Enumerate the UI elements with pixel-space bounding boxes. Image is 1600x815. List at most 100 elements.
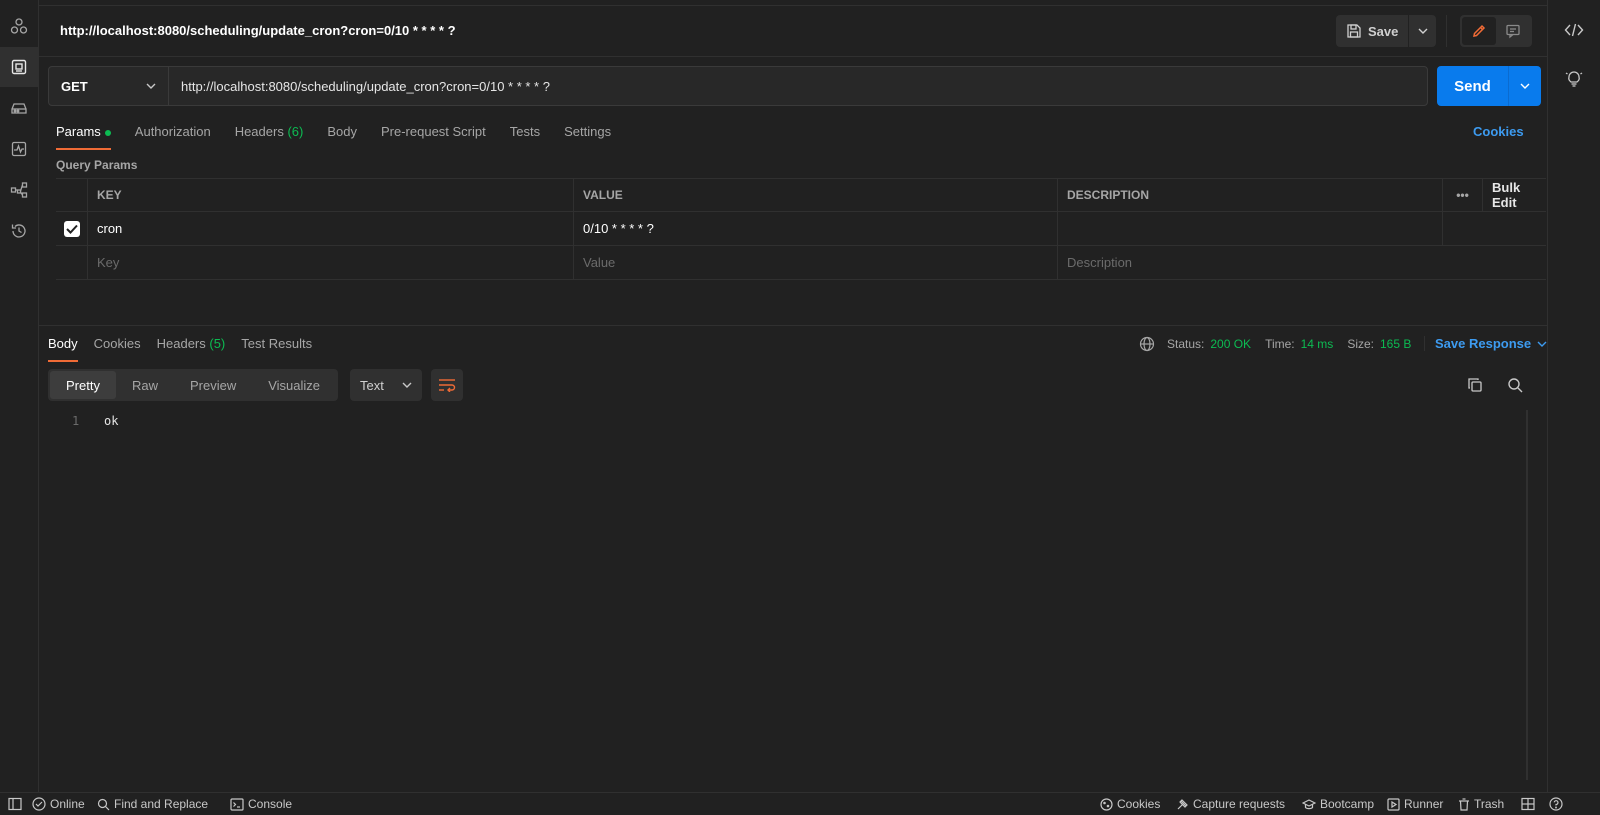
view-mode-toggle	[1460, 15, 1532, 47]
two-pane-icon	[1521, 797, 1535, 811]
save-label: Save	[1368, 23, 1399, 39]
send-group: Send	[1437, 66, 1541, 106]
more-options-button[interactable]: •••	[1443, 179, 1483, 211]
comment-mode-button[interactable]	[1496, 17, 1530, 45]
online-status[interactable]: Online	[32, 797, 85, 811]
copy-button[interactable]	[1462, 372, 1488, 398]
table-row: cron 0/10 * * * * ?	[56, 212, 1546, 246]
cookies-link[interactable]: Cookies	[1473, 124, 1524, 139]
tab-test-results[interactable]: Test Results	[241, 336, 312, 360]
response-meta: Status: 200 OK Time: 14 ms Size: 165 B	[1139, 336, 1419, 352]
two-pane-view-button[interactable]	[1521, 797, 1535, 811]
tab-tests[interactable]: Tests	[510, 124, 540, 150]
tab-label: Test Results	[241, 336, 313, 351]
save-button[interactable]: Save	[1336, 15, 1408, 47]
capture-label: Capture requests	[1193, 797, 1286, 811]
save-dropdown-button[interactable]	[1408, 15, 1436, 47]
console-button[interactable]: Console	[230, 797, 292, 811]
monitors-icon[interactable]	[7, 137, 31, 161]
save-response-label: Save Response	[1435, 336, 1532, 351]
history-icon[interactable]	[7, 219, 31, 243]
language-label: Text	[360, 377, 384, 393]
format-pretty[interactable]: Pretty	[50, 371, 116, 399]
save-group: Save	[1336, 15, 1436, 47]
flows-icon[interactable]	[7, 178, 31, 202]
pane-divider[interactable]	[39, 325, 1547, 326]
capture-requests-button[interactable]: Capture requests	[1176, 797, 1285, 811]
size-label: Size:	[1347, 337, 1374, 351]
save-response-button[interactable]: Save Response	[1424, 336, 1547, 351]
runner-label: Runner	[1404, 797, 1444, 811]
wrap-lines-button[interactable]	[431, 369, 463, 401]
format-visualize[interactable]: Visualize	[252, 371, 336, 399]
headers-count: (6)	[287, 124, 304, 139]
trash-icon	[1458, 797, 1470, 811]
response-scrollbar[interactable]	[1526, 410, 1528, 780]
language-select[interactable]: Text	[350, 369, 422, 401]
capture-icon	[1176, 798, 1189, 811]
console-label: Console	[248, 797, 293, 811]
chevron-down-icon	[146, 83, 156, 89]
toggle-sidebar-button[interactable]	[8, 797, 22, 811]
save-icon	[1346, 23, 1362, 39]
tab-headers[interactable]: Headers (6)	[235, 124, 304, 150]
method-select[interactable]: GET	[49, 67, 169, 105]
value-placeholder[interactable]: Value	[574, 246, 1058, 279]
time-value[interactable]: 14 ms	[1301, 337, 1334, 351]
find-replace-button[interactable]: Find and Replace	[97, 797, 208, 811]
tab-response-body[interactable]: Body	[48, 336, 78, 362]
format-raw[interactable]: Raw	[116, 371, 174, 399]
graduation-cap-icon	[1302, 798, 1316, 811]
query-params-label: Query Params	[56, 158, 138, 172]
trash-button[interactable]: Trash	[1458, 797, 1504, 811]
chevron-down-icon	[1537, 341, 1547, 347]
play-icon	[1387, 797, 1400, 811]
tab-label: Authorization	[134, 124, 211, 139]
search-button[interactable]	[1502, 372, 1528, 398]
globe-icon[interactable]	[1139, 336, 1155, 352]
send-button[interactable]: Send	[1437, 66, 1509, 106]
tab-settings[interactable]: Settings	[564, 124, 611, 150]
row-check-cell	[56, 246, 88, 279]
collections-icon[interactable]	[0, 47, 38, 87]
tab-authorization[interactable]: Authorization	[135, 124, 211, 150]
tab-pre-request-script[interactable]: Pre-request Script	[381, 124, 486, 150]
bootcamp-label: Bootcamp	[1320, 797, 1375, 811]
format-preview[interactable]: Preview	[174, 371, 252, 399]
tab-label: Params	[56, 124, 101, 139]
headers-count: (5)	[209, 336, 226, 351]
chevron-down-icon	[402, 382, 412, 388]
code-snippet-icon[interactable]	[1561, 17, 1587, 43]
edit-mode-button[interactable]	[1462, 17, 1496, 45]
description-placeholder[interactable]: Description	[1058, 246, 1546, 279]
bootcamp-button[interactable]: Bootcamp	[1302, 797, 1374, 811]
lightbulb-icon[interactable]	[1561, 66, 1587, 92]
apis-icon[interactable]	[7, 14, 31, 38]
param-value[interactable]: 0/10 * * * * ?	[574, 212, 1058, 245]
param-key[interactable]: cron	[88, 212, 574, 245]
status-value[interactable]: 200 OK	[1210, 337, 1251, 351]
size-value[interactable]: 165 B	[1380, 337, 1411, 351]
runner-button[interactable]: Runner	[1387, 797, 1443, 811]
right-sidebar	[1547, 0, 1600, 792]
tab-body[interactable]: Body	[327, 124, 357, 150]
bulk-edit-button[interactable]: Bulk Edit	[1483, 179, 1546, 211]
environments-icon[interactable]	[7, 96, 31, 120]
param-description[interactable]	[1058, 212, 1443, 245]
params-active-dot	[104, 129, 111, 136]
send-dropdown-button[interactable]	[1509, 66, 1541, 106]
tab-response-headers[interactable]: Headers (5)	[157, 336, 226, 360]
search-icon	[97, 798, 110, 811]
help-button[interactable]	[1549, 797, 1563, 811]
response-body-text[interactable]: ok	[104, 414, 118, 428]
url-input[interactable]	[169, 67, 1427, 105]
tab-response-cookies[interactable]: Cookies	[94, 336, 141, 360]
request-title[interactable]: http://localhost:8080/scheduling/update_…	[60, 23, 456, 38]
key-placeholder[interactable]: Key	[88, 246, 574, 279]
tab-params[interactable]: Params	[56, 124, 111, 150]
help-icon	[1549, 797, 1563, 811]
param-checkbox[interactable]	[63, 220, 80, 237]
footer-cookies-button[interactable]: Cookies	[1100, 797, 1160, 811]
cookies-label: Cookies	[1117, 797, 1161, 811]
search-icon	[1507, 377, 1523, 393]
